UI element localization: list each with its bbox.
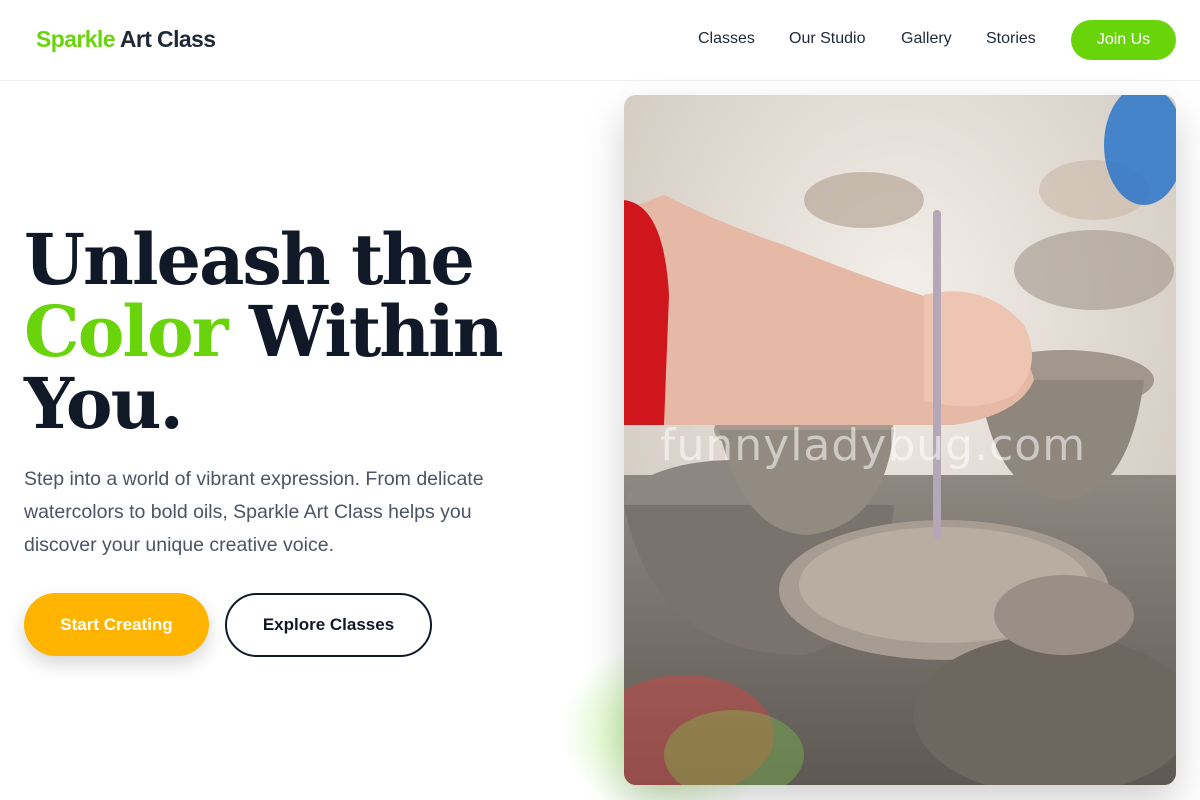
hero-image: funnyladybug.com [624,95,1176,785]
start-creating-button[interactable]: Start Creating [24,593,209,656]
join-us-button[interactable]: Join Us [1071,20,1176,60]
hero-title-line-2: Color Within [24,296,584,368]
hero-title-accent: Color [24,290,229,373]
hero-title-line-2-rest: Within [248,290,504,373]
hero-description: Step into a world of vibrant expression.… [24,468,484,556]
explore-classes-button[interactable]: Explore Classes [225,593,432,657]
hero-title: Unleash the Color Within You. [24,224,584,440]
nav-link-gallery[interactable]: Gallery [901,30,952,48]
site-header: Sparkle Art Class Classes Our Studio Gal… [0,0,1200,81]
nav-link-our-studio[interactable]: Our Studio [789,30,865,48]
hero-title-line-1: Unleash the [24,218,475,301]
image-watermark: funnyladybug.com [660,420,1087,471]
main-nav: Classes Our Studio Gallery Stories [0,30,1200,54]
nav-link-stories[interactable]: Stories [986,30,1036,48]
nav-link-classes[interactable]: Classes [698,30,755,48]
hero-title-line-3: You. [24,362,184,445]
